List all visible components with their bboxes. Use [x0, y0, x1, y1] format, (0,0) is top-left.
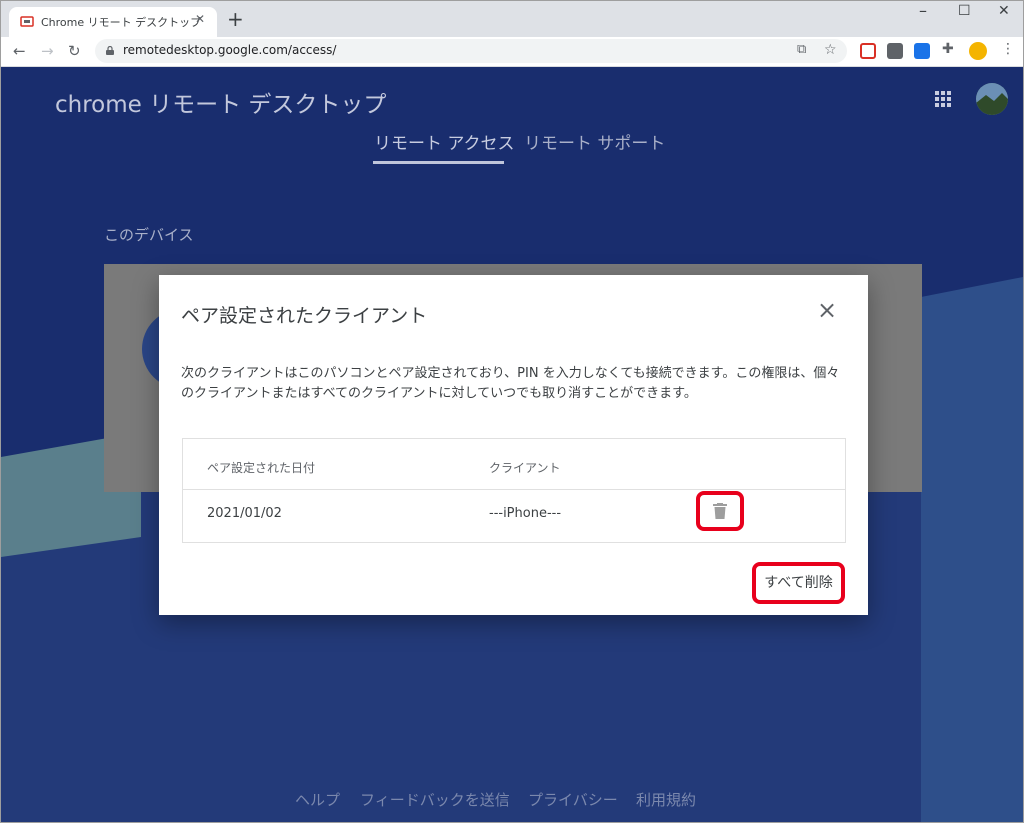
row-date: 2021/01/02 — [207, 506, 282, 521]
maximize-icon[interactable]: ☐ — [958, 3, 971, 19]
avatar[interactable] — [976, 83, 1008, 115]
paired-clients-table: ペア設定された日付 クライアント 2021/01/02 ---iPhone--- — [182, 438, 846, 543]
browser-tab[interactable]: Chrome リモート デスクトップ ✕ — [9, 7, 217, 37]
avatar-image-icon — [976, 83, 1008, 115]
tab-remote-support[interactable]: リモート サポート — [524, 129, 665, 154]
paired-clients-dialog: ペア設定されたクライアント × 次のクライアントはこのパソコンとペア設定されてお… — [159, 275, 868, 615]
dialog-description: 次のクライアントはこのパソコンとペア設定されており、PIN を入力しなくても接続… — [181, 366, 840, 401]
apps-grid-icon[interactable] — [935, 91, 951, 107]
section-title: このデバイス — [104, 226, 194, 244]
address-bar[interactable]: remotedesktop.google.com/access/ ⧉ ☆ — [95, 39, 847, 63]
column-header-date: ペア設定された日付 — [207, 461, 316, 475]
profile-icon[interactable] — [969, 42, 987, 60]
trash-icon — [713, 503, 727, 519]
new-tab-icon[interactable]: + — [227, 7, 244, 31]
footer-link-terms[interactable]: 利用規約 — [636, 789, 696, 810]
extension-square-icon[interactable] — [887, 43, 903, 59]
row-client: ---iPhone--- — [489, 506, 562, 521]
tab-strip: Chrome リモート デスクトップ ✕ + – ☐ ✕ — [1, 1, 1023, 37]
close-icon[interactable]: × — [814, 297, 840, 323]
app-brand: chrome リモート デスクトップ — [55, 92, 387, 118]
table-divider — [183, 489, 845, 490]
column-header-client: クライアント — [489, 461, 561, 475]
forward-icon[interactable]: → — [41, 42, 54, 60]
dialog-title: ペア設定されたクライアント — [181, 305, 428, 327]
tab-close-icon[interactable]: ✕ — [195, 12, 205, 26]
extension-blue-icon[interactable] — [914, 43, 930, 59]
footer-link-privacy[interactable]: プライバシー — [528, 789, 618, 810]
lock-icon — [106, 46, 114, 55]
footer-link-help[interactable]: ヘルプ — [295, 789, 340, 810]
window-close-icon[interactable]: ✕ — [998, 3, 1010, 19]
remote-desktop-favicon-icon — [20, 16, 34, 27]
browser-toolbar: ← → ↻ remotedesktop.google.com/access/ ⧉… — [1, 37, 1023, 67]
delete-all-button[interactable]: すべて削除 — [752, 562, 845, 604]
tab-remote-access[interactable]: リモート アクセス — [374, 129, 515, 154]
active-tab-indicator — [373, 161, 504, 164]
back-icon[interactable]: ← — [13, 42, 26, 60]
extensions-puzzle-icon[interactable]: ✚ — [942, 41, 954, 57]
browser-window: Chrome リモート デスクトップ ✕ + – ☐ ✕ ← → ↻ remot… — [0, 0, 1024, 823]
reload-icon[interactable]: ↻ — [68, 42, 81, 60]
bookmark-star-icon[interactable]: ☆ — [824, 42, 837, 58]
tab-title: Chrome リモート デスクトップ — [41, 16, 202, 29]
url-text: remotedesktop.google.com/access/ — [123, 43, 337, 57]
footer-link-feedback[interactable]: フィードバックを送信 — [360, 789, 510, 810]
open-in-app-icon[interactable]: ⧉ — [797, 42, 806, 57]
delete-client-button[interactable] — [696, 491, 744, 531]
minimize-icon[interactable]: – — [919, 1, 927, 20]
menu-kebab-icon[interactable]: ⋮ — [1001, 41, 1015, 57]
extension-shield-icon[interactable] — [860, 43, 876, 59]
